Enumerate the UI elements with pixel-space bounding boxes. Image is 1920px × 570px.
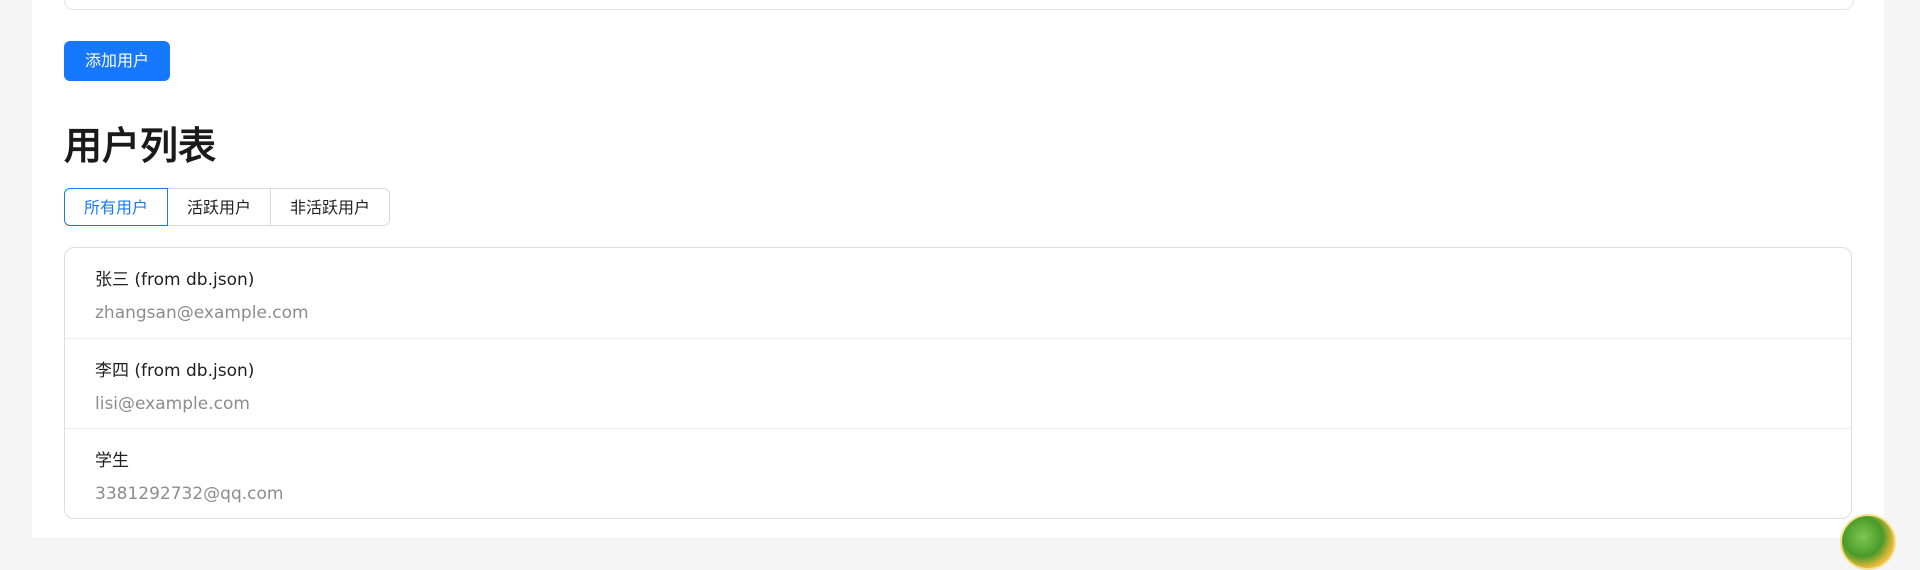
tab-inactive-users[interactable]: 非活跃用户 — [271, 188, 391, 226]
user-name: 学生 — [95, 451, 129, 471]
main-content: 添加用户 用户列表 所有用户 活跃用户 非活跃用户 张三 (from db.js… — [32, 0, 1884, 538]
avatar-badge-icon[interactable] — [1840, 514, 1896, 570]
user-email: zhangsan@example.com — [95, 303, 309, 323]
user-name: 张三 (from db.json) — [95, 270, 255, 290]
user-email: 3381292732@qq.com — [95, 484, 284, 504]
form-card — [64, 0, 1854, 10]
add-user-button[interactable]: 添加用户 — [64, 41, 171, 81]
tab-active-users[interactable]: 活跃用户 — [168, 188, 272, 226]
user-email: lisi@example.com — [95, 393, 250, 414]
user-name: 李四 (from db.json) — [95, 360, 255, 381]
list-item[interactable]: 张三 (from db.json) zhangsan@example.com — [65, 248, 1851, 339]
user-list-title: 用户列表 — [64, 124, 217, 168]
list-item[interactable]: 学生 3381292732@qq.com — [65, 429, 1851, 518]
tab-all-users[interactable]: 所有用户 — [64, 188, 169, 226]
user-list: 张三 (from db.json) zhangsan@example.com 李… — [64, 247, 1852, 519]
user-filter-tabs: 所有用户 活跃用户 非活跃用户 — [64, 188, 391, 226]
list-item[interactable]: 李四 (from db.json) lisi@example.com — [65, 339, 1851, 429]
